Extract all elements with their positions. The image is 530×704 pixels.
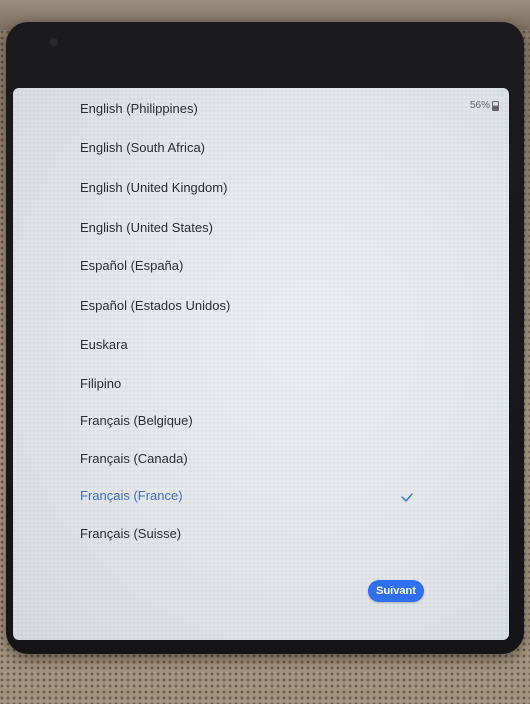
language-item-espanol-estados-unidos[interactable]: Español (Estados Unidos): [80, 291, 480, 321]
tablet-device: 56% English (Philippines) English (South…: [6, 22, 524, 654]
language-item-english-united-states[interactable]: English (United States): [80, 213, 480, 243]
front-camera: [50, 38, 58, 46]
language-item-francais-belgique[interactable]: Français (Belgique): [80, 406, 480, 436]
next-button[interactable]: Suivant: [368, 580, 424, 602]
language-item-english-south-africa[interactable]: English (South Africa): [80, 133, 480, 163]
language-item-espanol-espana[interactable]: Español (España): [80, 251, 480, 281]
battery-icon: [492, 100, 499, 111]
screen: 56% English (Philippines) English (South…: [13, 88, 509, 640]
language-item-francais-france[interactable]: Français (France): [80, 481, 480, 511]
check-icon: [401, 493, 413, 502]
language-item-filipino[interactable]: Filipino: [80, 369, 480, 399]
language-item-francais-suisse[interactable]: Français (Suisse): [80, 519, 480, 549]
language-item-english-united-kingdom[interactable]: English (United Kingdom): [80, 173, 480, 203]
language-item-english-philippines[interactable]: English (Philippines): [80, 94, 480, 124]
language-item-euskara[interactable]: Euskara: [80, 330, 480, 360]
language-item-francais-canada[interactable]: Français (Canada): [80, 444, 480, 474]
